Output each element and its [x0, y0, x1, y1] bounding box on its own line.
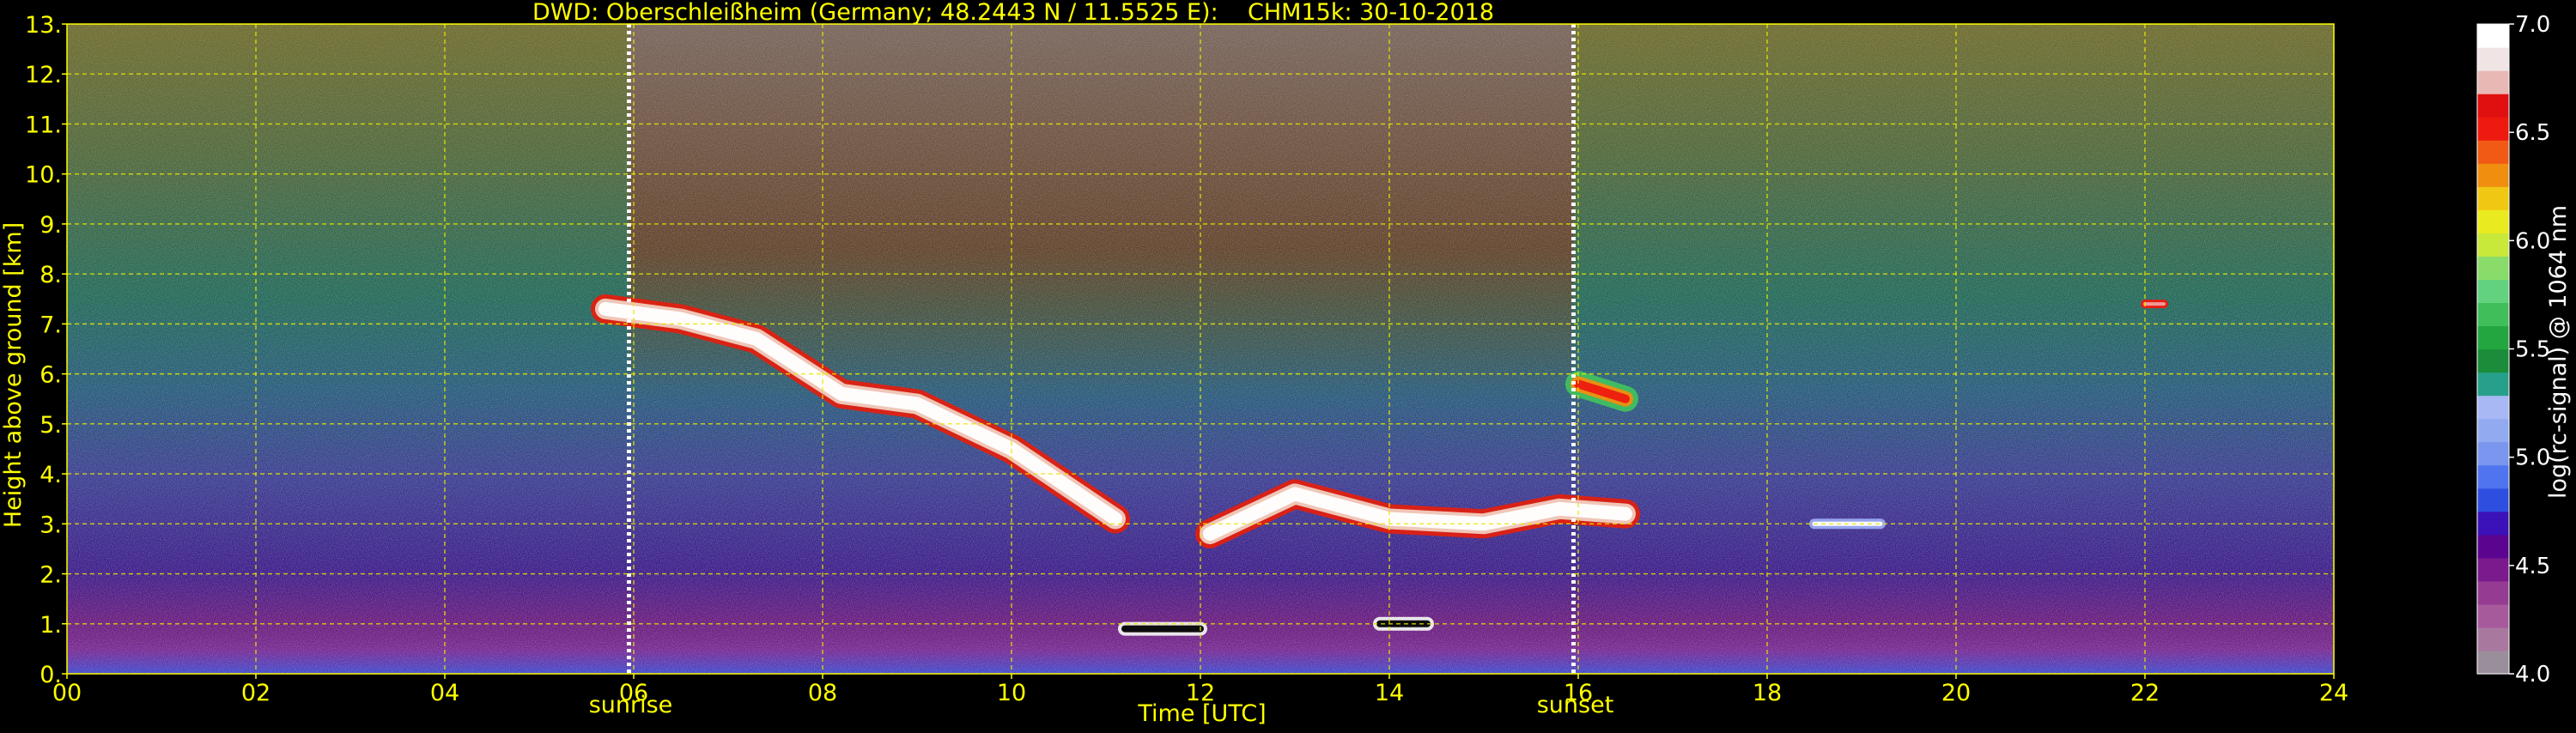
colorbar-segment: [2477, 186, 2509, 210]
chart-svg: 00 02 04 06 08 10 12 14 16 18 20 22 240.1.2.3.4.5.6.…: [0, 0, 2572, 727]
convective-cloud-0: [1565, 371, 1638, 412]
colorbar-segment: [2477, 418, 2509, 443]
y-tick-label: 11.: [25, 112, 62, 138]
colorbar-segment: [2477, 24, 2509, 48]
colorbar-segment: [2477, 140, 2509, 164]
colorbar-segment: [2477, 580, 2509, 605]
y-tick-label: 7.: [39, 312, 62, 338]
x-tick-label: 04: [430, 680, 459, 706]
y-tick-label: 0.: [39, 662, 62, 688]
colorbar-segment: [2477, 650, 2509, 675]
colorbar-segment: [2477, 256, 2509, 280]
colorbar-tick-label: 4.0: [2515, 662, 2550, 688]
colorbar-segment: [2477, 511, 2509, 536]
colorbar-segment: [2477, 488, 2509, 512]
colorbar-segment: [2477, 163, 2509, 187]
colorbar-segment: [2477, 603, 2509, 628]
colorbar-segment: [2477, 464, 2509, 489]
x-tick-label: 10: [997, 680, 1026, 706]
x-tick-label: 18: [1753, 680, 1782, 706]
x-tick-label: 20: [1941, 680, 1971, 706]
colorbar-tick-label: 7.0: [2515, 12, 2550, 38]
colorbar-segment: [2477, 348, 2509, 373]
y-tick-label: 12.: [25, 62, 62, 88]
colorbar-segment: [2477, 47, 2509, 71]
y-axis-label: Height above ground [km]: [0, 222, 27, 528]
sunrise-label: sunrise: [589, 692, 673, 718]
y-tick-label: 8.: [39, 262, 62, 288]
x-axis-label: Time [UTC]: [1137, 700, 1266, 727]
colorbar-label: log(rc-signal) @ 1064 nm: [2545, 205, 2572, 499]
x-tick-label: 22: [2130, 680, 2160, 706]
colorbar-segment: [2477, 441, 2509, 466]
x-tick-label: 02: [241, 680, 270, 706]
colorbar-segment: [2477, 372, 2509, 397]
colorbar-tick-label: 4.5: [2515, 554, 2550, 579]
y-tick-label: 9.: [39, 212, 62, 239]
chart-title: DWD: Oberschleißheim (Germany; 48.2443 N…: [532, 0, 1494, 26]
colorbar-segment: [2477, 209, 2509, 233]
colorbar-segment: [2477, 395, 2509, 420]
y-tick-label: 13.: [25, 12, 62, 39]
ceilometer-chart: 00 02 04 06 08 10 12 14 16 18 20 22 24 0. 1. 2. 3. 4. 5. 6.…: [0, 0, 2576, 730]
colorbar-segment: [2477, 534, 2509, 559]
colorbar-segment: [2477, 557, 2509, 582]
x-tick-label: 14: [1375, 680, 1404, 706]
sunset-label: sunset: [1537, 692, 1614, 718]
colorbar-segment: [2477, 627, 2509, 651]
colorbar-segment: [2477, 279, 2509, 304]
colorbar-segment: [2477, 70, 2509, 94]
x-tick-label: 24: [2319, 680, 2348, 706]
x-tick-label: 08: [808, 680, 837, 706]
colorbar-segment: [2477, 94, 2509, 118]
colorbar: 4.04.55.05.56.06.57.0: [2476, 12, 2550, 688]
y-tick-label: 6.: [39, 362, 62, 389]
colorbar-segment: [2477, 117, 2509, 141]
y-tick-label: 2.: [39, 562, 62, 589]
colorbar-segment: [2477, 325, 2509, 350]
colorbar-segment: [2477, 302, 2509, 327]
y-tick-label: 1.: [39, 612, 62, 639]
y-tick-label: 10.: [25, 162, 62, 189]
y-tick-label: 3.: [39, 512, 62, 538]
y-tick-label: 5.: [39, 412, 62, 439]
colorbar-tick-label: 6.5: [2515, 120, 2550, 146]
colorbar-segment: [2477, 233, 2509, 257]
y-tick-label: 4.: [39, 462, 62, 488]
